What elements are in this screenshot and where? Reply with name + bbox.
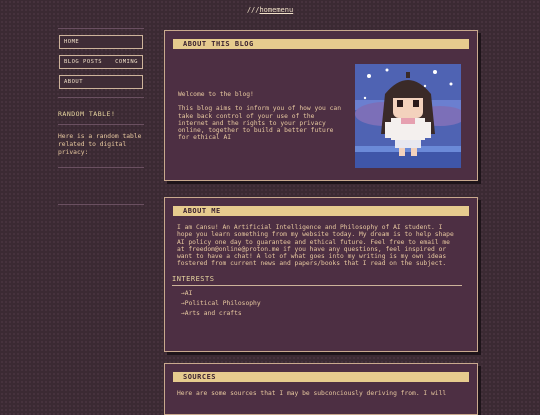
sidebar-divider xyxy=(58,28,144,29)
welcome-text: Welcome to the blog! xyxy=(178,91,254,98)
about-blog-body: Welcome to the blog! This blog aims to i… xyxy=(178,91,346,142)
interests-list: →AI →Political Philosophy →Arts and craf… xyxy=(165,290,477,317)
about-blog-panel: ABOUT THIS BLOG Welcome to the blog! Thi… xyxy=(164,30,478,181)
about-me-panel: ABOUT ME I am Cansu! An Artificial Intel… xyxy=(164,197,478,352)
about-me-title: ABOUT ME xyxy=(173,206,469,216)
sidebar-divider xyxy=(58,204,144,205)
random-table-text: Here is a random table related to digita… xyxy=(58,133,142,156)
sidebar: HOME BLOG POSTS COMING ABOUT RANDOM TABLE… xyxy=(58,28,144,205)
random-table-title: RANDOM TABLE! xyxy=(58,110,116,118)
homemenu-link[interactable]: homemenu xyxy=(259,6,293,14)
blog-description: This blog aims to inform you of how you … xyxy=(178,105,342,142)
sidebar-divider xyxy=(58,97,144,98)
interests-title: INTERESTS xyxy=(172,275,462,286)
sources-title: SOURCES xyxy=(173,372,469,382)
list-item: →Political Philosophy xyxy=(181,299,261,307)
sources-panel: SOURCES Here are some sources that I may… xyxy=(164,363,478,415)
nav-home-button[interactable]: HOME xyxy=(59,35,143,49)
nav-blog-posts-button[interactable]: BLOG POSTS COMING xyxy=(59,55,143,69)
list-item: →AI xyxy=(181,289,193,297)
sources-text: Here are some sources that I may be subc… xyxy=(177,390,447,397)
avatar-pixel-art xyxy=(355,64,461,168)
top-navigation: ///homemenu xyxy=(0,6,540,14)
avatar-illustration xyxy=(355,64,461,168)
topnav-prefix: /// xyxy=(246,6,260,14)
about-blog-title: ABOUT THIS BLOG xyxy=(173,39,469,49)
coming-badge: COMING xyxy=(115,59,138,65)
about-me-text: I am Cansu! An Artificial Intelligence a… xyxy=(177,224,454,268)
nav-about-button[interactable]: ABOUT xyxy=(59,75,143,89)
list-item: →Arts and crafts xyxy=(181,309,242,317)
sidebar-divider xyxy=(58,167,144,168)
sidebar-divider xyxy=(58,124,144,125)
